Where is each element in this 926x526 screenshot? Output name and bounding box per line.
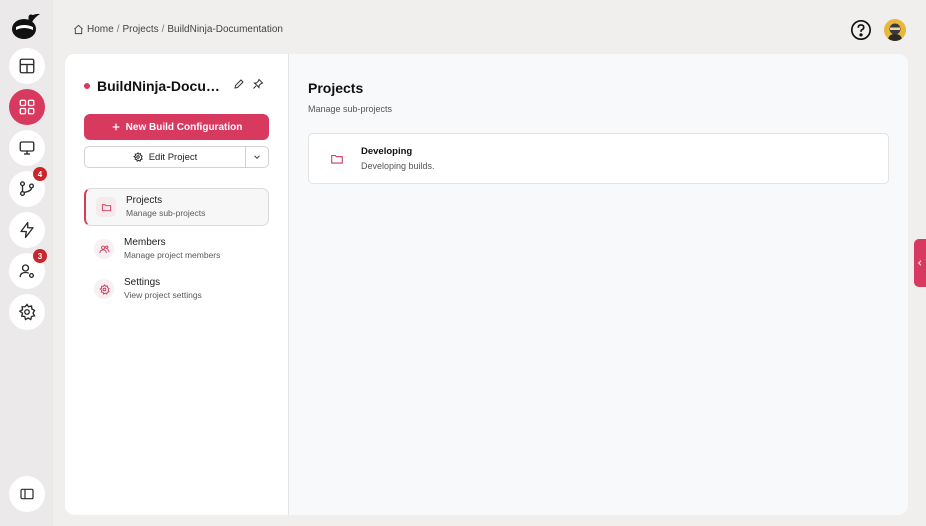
breadcrumb-current: BuildNinja-Documentation bbox=[167, 24, 283, 35]
breadcrumb-separator: / bbox=[161, 24, 165, 35]
project-sidebar: BuildNinja-Documentation New Build Confi… bbox=[65, 54, 289, 515]
breadcrumb-projects[interactable]: Projects bbox=[122, 24, 158, 35]
dashboard-icon bbox=[18, 57, 36, 75]
sidebar-toggle-icon bbox=[19, 486, 35, 502]
rail-settings-button[interactable] bbox=[9, 294, 45, 330]
side-panel-toggle[interactable] bbox=[914, 239, 926, 287]
nav-item-title: Projects bbox=[126, 195, 163, 206]
breadcrumb-home[interactable]: Home bbox=[87, 24, 114, 35]
nav-item-settings[interactable]: Settings View project settings bbox=[84, 270, 269, 308]
icon-rail: 4 3 bbox=[0, 0, 53, 526]
avatar[interactable] bbox=[884, 19, 906, 41]
projects-grid-icon bbox=[18, 98, 36, 116]
branches-badge: 4 bbox=[33, 167, 47, 181]
home-icon[interactable] bbox=[73, 24, 84, 35]
plus-icon bbox=[111, 122, 121, 132]
project-name: BuildNinja-Documentation bbox=[97, 78, 223, 94]
edit-project-button[interactable]: Edit Project bbox=[85, 147, 246, 167]
nav-item-subtitle: Manage project members bbox=[124, 250, 221, 260]
chevron-left-icon bbox=[916, 259, 924, 267]
rail-agents-button[interactable] bbox=[9, 212, 45, 248]
lightning-icon bbox=[18, 221, 36, 239]
user-settings-icon bbox=[18, 262, 36, 280]
project-status-dot bbox=[84, 83, 90, 89]
members-icon bbox=[94, 239, 114, 259]
rail-users-button[interactable]: 3 bbox=[9, 249, 47, 289]
help-icon bbox=[850, 19, 872, 41]
nav-item-title: Settings bbox=[124, 277, 161, 288]
project-header: BuildNinja-Documentation bbox=[84, 77, 274, 95]
nav-item-projects[interactable]: Projects Manage sub-projects bbox=[84, 188, 269, 226]
gear-icon bbox=[18, 303, 36, 321]
folder-icon bbox=[330, 152, 344, 166]
nav-item-subtitle: Manage sub-projects bbox=[126, 208, 206, 218]
subproject-name: Developing bbox=[361, 145, 413, 157]
subproject-card[interactable]: Developing Developing builds. bbox=[308, 133, 889, 184]
content-panel: Projects Manage sub-projects Developing … bbox=[289, 54, 908, 515]
nav-item-members[interactable]: Members Manage project members bbox=[84, 230, 269, 268]
page-subtitle: Manage sub-projects bbox=[308, 104, 393, 114]
users-badge: 3 bbox=[33, 249, 47, 263]
page-title: Projects bbox=[308, 80, 364, 96]
nav-item-subtitle: View project settings bbox=[124, 290, 202, 300]
buildninja-logo-icon[interactable] bbox=[11, 11, 41, 41]
subproject-description: Developing builds. bbox=[361, 160, 435, 171]
new-build-configuration-label: New Build Configuration bbox=[125, 121, 243, 133]
gear-icon bbox=[94, 279, 114, 299]
edit-project-split-button: Edit Project bbox=[84, 146, 269, 168]
gear-icon bbox=[132, 152, 143, 162]
chevron-down-icon bbox=[252, 152, 262, 162]
git-branch-icon bbox=[18, 180, 36, 198]
rail-branches-button[interactable]: 4 bbox=[9, 167, 47, 207]
edit-project-label: Edit Project bbox=[148, 151, 198, 163]
edit-pencil-icon[interactable] bbox=[233, 78, 247, 92]
rail-monitor-button[interactable] bbox=[9, 130, 45, 166]
folder-icon bbox=[96, 197, 116, 217]
rail-projects-button[interactable] bbox=[9, 89, 45, 125]
breadcrumb: Home / Projects / BuildNinja-Documentati… bbox=[73, 24, 283, 35]
pin-icon[interactable] bbox=[252, 78, 266, 92]
new-build-configuration-button[interactable]: New Build Configuration bbox=[84, 114, 269, 140]
rail-dashboard-button[interactable] bbox=[9, 48, 45, 84]
main-card: BuildNinja-Documentation New Build Confi… bbox=[65, 54, 908, 515]
breadcrumb-separator: / bbox=[116, 24, 120, 35]
nav-item-title: Members bbox=[124, 237, 166, 248]
sidebar-toggle-button[interactable] bbox=[9, 476, 45, 512]
help-button[interactable] bbox=[850, 19, 872, 41]
edit-project-dropdown-toggle[interactable] bbox=[246, 147, 268, 167]
monitor-icon bbox=[18, 139, 36, 157]
